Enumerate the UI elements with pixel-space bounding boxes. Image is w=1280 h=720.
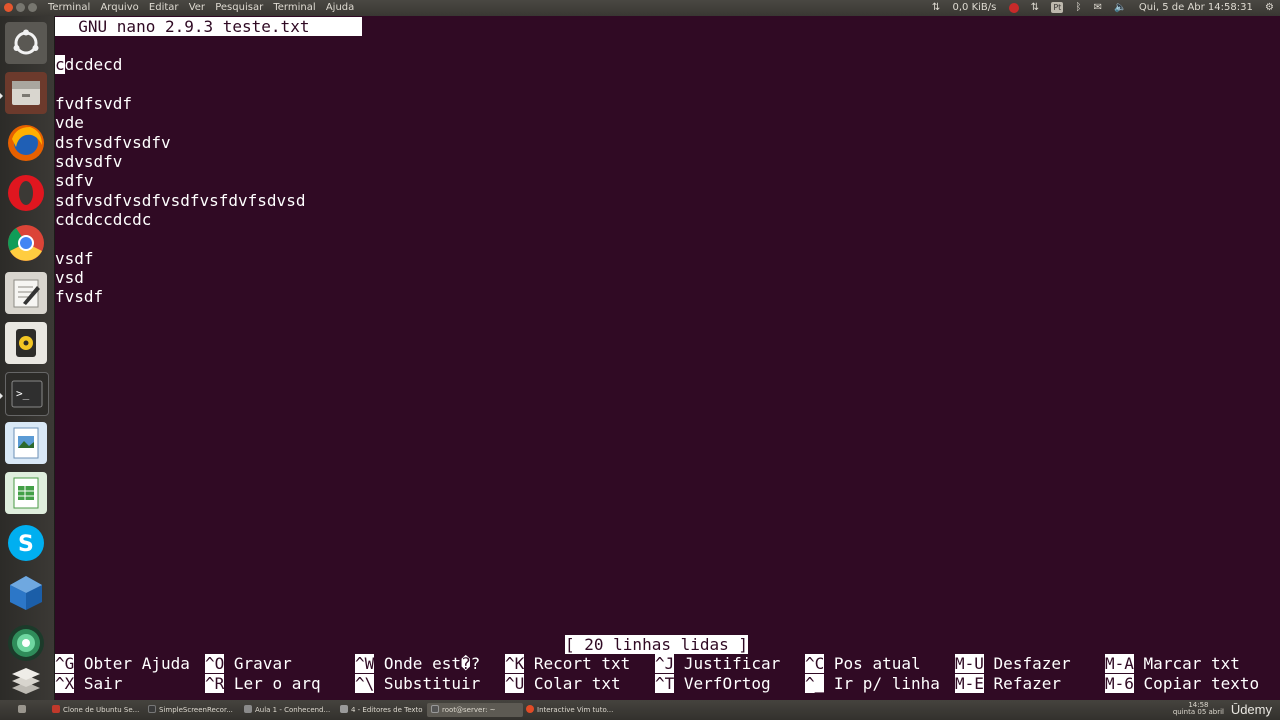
- volume-icon[interactable]: 🔈: [1114, 0, 1126, 16]
- record-icon[interactable]: [1008, 3, 1019, 13]
- shortcut-spell[interactable]: ^T VerfOrtog: [655, 674, 771, 693]
- shortcut-copy[interactable]: M-6 Copiar texto: [1105, 674, 1259, 693]
- shortcut-where-is[interactable]: ^W Onde est�?: [355, 654, 480, 673]
- vm-window-icon: [52, 705, 60, 713]
- taskbar-window-3[interactable]: Aula 1 - Conhecend...: [240, 703, 336, 717]
- close-window-button[interactable]: [4, 3, 13, 12]
- image-viewer-icon[interactable]: [5, 422, 47, 464]
- menu-terminal-app[interactable]: Terminal: [48, 2, 90, 13]
- top-menu-bar: Terminal Arquivo Editar Ver Pesquisar Te…: [0, 0, 1280, 16]
- text-line[interactable]: sdfvsdfvsdfvsdfvsfdvfsdvsd: [55, 191, 305, 210]
- taskbar-clock[interactable]: 14:58 quinta 05 abril: [1173, 702, 1224, 716]
- menu-ver[interactable]: Ver: [189, 2, 205, 13]
- network-speed[interactable]: 0,0 KiB/s: [953, 0, 997, 16]
- shortcut-read-file[interactable]: ^R Ler o arq: [205, 674, 321, 693]
- shortcut-paste[interactable]: ^U Colar txt: [505, 674, 621, 693]
- text-line[interactable]: sdvsdfv: [55, 152, 122, 171]
- shortcut-undo[interactable]: M-U Desfazer: [955, 654, 1071, 673]
- text-cursor: c: [55, 55, 65, 74]
- terminal-small-icon: [431, 705, 439, 713]
- browser-small-icon: [526, 705, 534, 713]
- running-indicator: [0, 393, 3, 399]
- taskbar-window-6[interactable]: Interactive Vim tuto...: [522, 703, 620, 717]
- skype-icon[interactable]: S: [5, 522, 47, 564]
- launcher: >_ S: [0, 16, 55, 700]
- settings-gear-icon[interactable]: ⚙: [1265, 0, 1274, 16]
- text-line[interactable]: vsdf: [55, 249, 94, 268]
- maximize-window-button[interactable]: [28, 3, 37, 12]
- text-editor-icon[interactable]: [5, 272, 47, 314]
- bluetooth-icon[interactable]: ᛒ: [1075, 0, 1081, 16]
- shortcut-justify[interactable]: ^J Justificar: [655, 654, 780, 673]
- shortcut-cut[interactable]: ^K Recort txt: [505, 654, 630, 673]
- taskbar-window-2[interactable]: SimpleScreenRecor...: [144, 703, 240, 717]
- nano-title: GNU nano 2.9.3 teste.txt: [55, 17, 314, 36]
- chrome-icon[interactable]: [5, 222, 47, 264]
- mail-icon[interactable]: ✉: [1094, 0, 1102, 16]
- shortcut-help[interactable]: ^G Obter Ajuda: [55, 654, 190, 673]
- shortcut-exit[interactable]: ^X Sair: [55, 674, 122, 693]
- text-line[interactable]: fvsdf: [55, 287, 103, 306]
- virtualbox-icon[interactable]: [5, 572, 47, 614]
- taskbar-window-1[interactable]: Clone de Ubuntu Se...: [48, 703, 144, 717]
- workspaces-icon[interactable]: [5, 664, 47, 698]
- network-arrows-icon[interactable]: ⇅: [932, 0, 940, 16]
- window-controls: [4, 3, 40, 13]
- menu-arquivo[interactable]: Arquivo: [100, 2, 138, 13]
- folder-icon: [340, 705, 348, 713]
- taskbar-window-5[interactable]: root@server: ~: [427, 703, 523, 717]
- shortcut-replace[interactable]: ^\ Substituir: [355, 674, 480, 693]
- text-line[interactable]: cdcdccdcdc: [55, 210, 151, 229]
- running-indicator: [0, 93, 3, 99]
- text-line[interactable]: fvdfsvdf: [55, 94, 132, 113]
- udemy-watermark: Ūdemy: [1230, 702, 1272, 717]
- rhythmbox-icon[interactable]: [5, 322, 47, 364]
- nano-title-bar: GNU nano 2.9.3 teste.txt: [55, 17, 362, 36]
- files-icon[interactable]: [5, 72, 47, 114]
- text-line[interactable]: dsfvsdfvsdfv: [55, 133, 171, 152]
- spreadsheet-icon[interactable]: [5, 472, 47, 514]
- text-line[interactable]: vsd: [55, 268, 84, 287]
- firefox-icon[interactable]: [5, 122, 47, 164]
- menu-pesquisar[interactable]: Pesquisar: [215, 2, 263, 13]
- desktop-icon: [18, 705, 26, 713]
- taskbar: Clone de Ubuntu Se... SimpleScreenRecor.…: [0, 700, 1280, 720]
- shortcut-redo[interactable]: M-E Refazer: [955, 674, 1061, 693]
- taskbar-window-4[interactable]: 4 - Editores de Texto: [336, 703, 430, 717]
- shortcut-go-to-line[interactable]: ^_ Ir p/ linha: [805, 674, 940, 693]
- editor-icon: [244, 705, 252, 713]
- clock[interactable]: Qui, 5 de Abr 14:58:31: [1139, 0, 1253, 16]
- terminal-window[interactable]: GNU nano 2.9.3 teste.txt cdcdecd fvdfsvd…: [55, 16, 1280, 700]
- browser-globe-icon[interactable]: [5, 622, 47, 664]
- indicator-area: ⇅ 0,0 KiB/s ⇅ Pt ᛒ ✉ 🔈 Qui, 5 de Abr 14:…: [923, 0, 1274, 16]
- status-message: [ 20 linhas lidas ]: [565, 635, 749, 654]
- text-line-1-rest: dcdecd: [64, 55, 123, 74]
- menu-editar[interactable]: Editar: [149, 2, 179, 13]
- opera-icon[interactable]: [5, 172, 47, 214]
- shortcut-mark[interactable]: M-A Marcar txt: [1105, 654, 1240, 673]
- recorder-icon: [148, 705, 156, 713]
- shortcut-save[interactable]: ^O Gravar: [205, 654, 292, 673]
- minimize-window-button[interactable]: [16, 3, 25, 12]
- ubuntu-dash-icon[interactable]: [5, 22, 47, 64]
- terminal-icon[interactable]: >_: [5, 372, 49, 416]
- shortcut-cur-pos[interactable]: ^C Pos atual: [805, 654, 921, 673]
- menu-ajuda[interactable]: Ajuda: [326, 2, 354, 13]
- app-menu: Terminal Arquivo Editar Ver Pesquisar Te…: [48, 0, 361, 16]
- text-line[interactable]: sdfv: [55, 171, 94, 190]
- svg-text:>_: >_: [16, 387, 30, 400]
- keyboard-layout[interactable]: Pt: [1051, 2, 1064, 13]
- show-desktop-button[interactable]: [14, 703, 44, 717]
- transfer-icon[interactable]: ⇅: [1031, 0, 1039, 16]
- text-line[interactable]: vde: [55, 113, 84, 132]
- text-line-1[interactable]: cdcdecd: [55, 55, 122, 74]
- menu-terminal[interactable]: Terminal: [273, 2, 315, 13]
- svg-text:S: S: [18, 532, 34, 557]
